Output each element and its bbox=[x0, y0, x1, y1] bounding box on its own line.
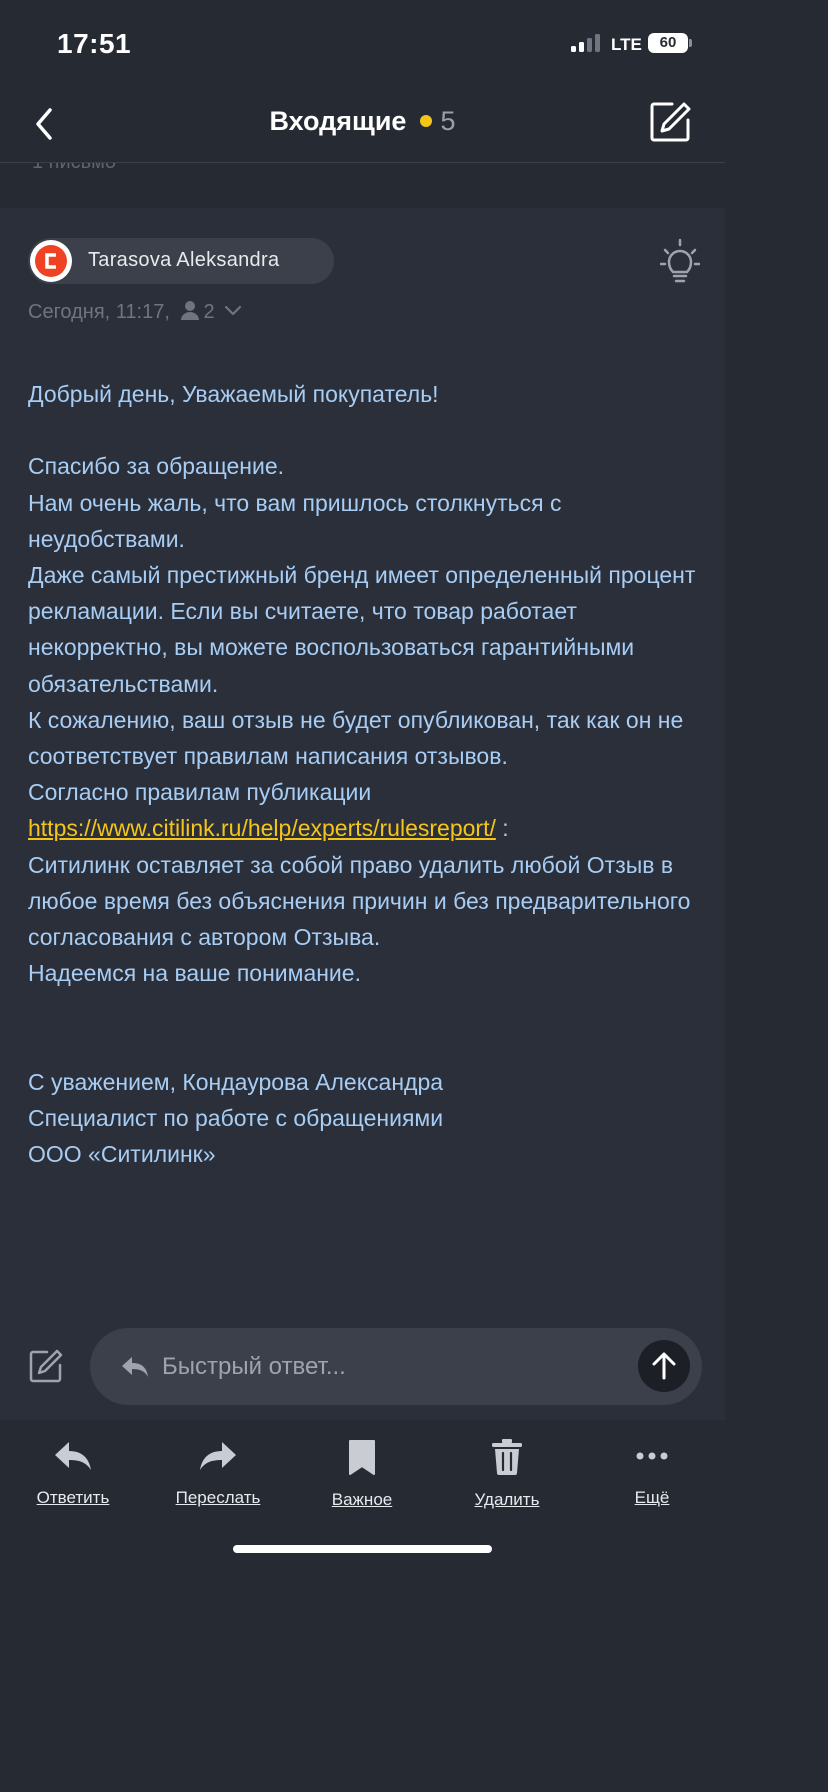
reply-label: Ответить bbox=[36, 1488, 110, 1507]
message-view: Tarasova Aleksandra Сегодня, 11:17, 2 До… bbox=[0, 208, 725, 1420]
avatar bbox=[30, 240, 72, 282]
more-label: Ещё bbox=[634, 1488, 670, 1507]
home-indicator[interactable] bbox=[233, 1545, 492, 1553]
folder-strip: 1 письмо bbox=[0, 163, 725, 207]
sender-name: Tarasova Aleksandra bbox=[88, 249, 280, 271]
body-paragraph: Надеемся на ваше понимание. bbox=[28, 960, 361, 987]
page-title: Входящие 5 bbox=[0, 106, 725, 137]
battery-tip bbox=[689, 39, 692, 47]
signature-line: С уважением, Кондаурова Александра bbox=[28, 1068, 444, 1095]
quick-reply-placeholder: Быстрый ответ... bbox=[162, 1353, 346, 1380]
status-bar: 17:51 LTE 60 bbox=[0, 0, 725, 90]
edit-icon bbox=[29, 1349, 63, 1383]
compose-icon bbox=[650, 102, 691, 142]
compose-button[interactable] bbox=[648, 100, 692, 144]
body-paragraph: К сожалению, ваш отзыв не будет опублико… bbox=[28, 706, 690, 770]
trash-icon bbox=[492, 1439, 522, 1475]
unread-dot bbox=[420, 114, 433, 127]
body-paragraph: Нам очень жаль, что вам пришлось столкну… bbox=[28, 489, 568, 552]
signal-icon bbox=[571, 34, 605, 52]
reply-button[interactable]: Ответить bbox=[18, 1438, 128, 1508]
reply-icon bbox=[55, 1442, 91, 1470]
message-meta: Сегодня, 11:17, 2 bbox=[28, 300, 242, 326]
unread-count: 5 bbox=[440, 106, 456, 136]
bulb-icon[interactable] bbox=[659, 238, 701, 286]
battery-icon: 60 bbox=[648, 33, 688, 53]
nav-header: Входящие 5 bbox=[0, 90, 725, 163]
folder-count-text: 1 письмо bbox=[32, 163, 116, 174]
more-icon bbox=[636, 1452, 668, 1460]
sender-chip[interactable]: Tarasova Aleksandra bbox=[28, 238, 334, 284]
chevron-down-icon[interactable] bbox=[224, 300, 242, 323]
arrow-up-icon bbox=[652, 1352, 676, 1380]
send-button[interactable] bbox=[638, 1340, 690, 1392]
recipients-count[interactable]: 2 bbox=[203, 301, 214, 323]
folder-name: Входящие bbox=[269, 106, 407, 136]
person-icon bbox=[181, 300, 200, 326]
forward-label: Переслать bbox=[175, 1488, 261, 1507]
message-date: Сегодня, 11:17, bbox=[28, 301, 170, 323]
signature-line: ООО «Ситилинк» bbox=[28, 1141, 216, 1168]
status-time: 17:51 bbox=[57, 28, 132, 59]
important-button[interactable]: Важное bbox=[307, 1438, 417, 1510]
important-label: Важное bbox=[331, 1490, 393, 1509]
delete-button[interactable]: Удалить bbox=[452, 1438, 562, 1510]
network-type: LTE bbox=[611, 35, 642, 54]
forward-button[interactable]: Переслать bbox=[163, 1438, 273, 1508]
body-paragraph: Ситилинк оставляет за собой право удалит… bbox=[28, 851, 697, 951]
quick-reply-field[interactable]: Быстрый ответ... bbox=[90, 1328, 702, 1405]
greeting: Добрый день, Уважаемый покупатель! bbox=[28, 381, 439, 407]
forward-icon bbox=[200, 1442, 236, 1470]
edit-reply-button[interactable] bbox=[28, 1348, 64, 1384]
delete-label: Удалить bbox=[474, 1490, 540, 1509]
body-paragraph: Спасибо за обращение. bbox=[28, 453, 285, 480]
link-line: https://www.citilink.ru/help/experts/rul… bbox=[28, 810, 708, 846]
signature-line: Специалист по работе с обращениями bbox=[28, 1105, 444, 1132]
body-paragraph: Даже самый престижный бренд имеет опреде… bbox=[28, 562, 702, 697]
citilink-logo-icon bbox=[35, 245, 67, 277]
message-body: Добрый день, Уважаемый покупатель! Спаси… bbox=[28, 376, 708, 1172]
more-button[interactable]: Ещё bbox=[597, 1438, 707, 1508]
rules-link[interactable]: https://www.citilink.ru/help/experts/rul… bbox=[28, 815, 496, 841]
reply-bar: Быстрый ответ... bbox=[0, 1320, 725, 1418]
link-suffix: : bbox=[495, 815, 509, 842]
reply-arrow-icon bbox=[120, 1352, 150, 1382]
bookmark-icon bbox=[349, 1440, 375, 1475]
body-paragraph: Согласно правилам публикации bbox=[28, 779, 372, 806]
